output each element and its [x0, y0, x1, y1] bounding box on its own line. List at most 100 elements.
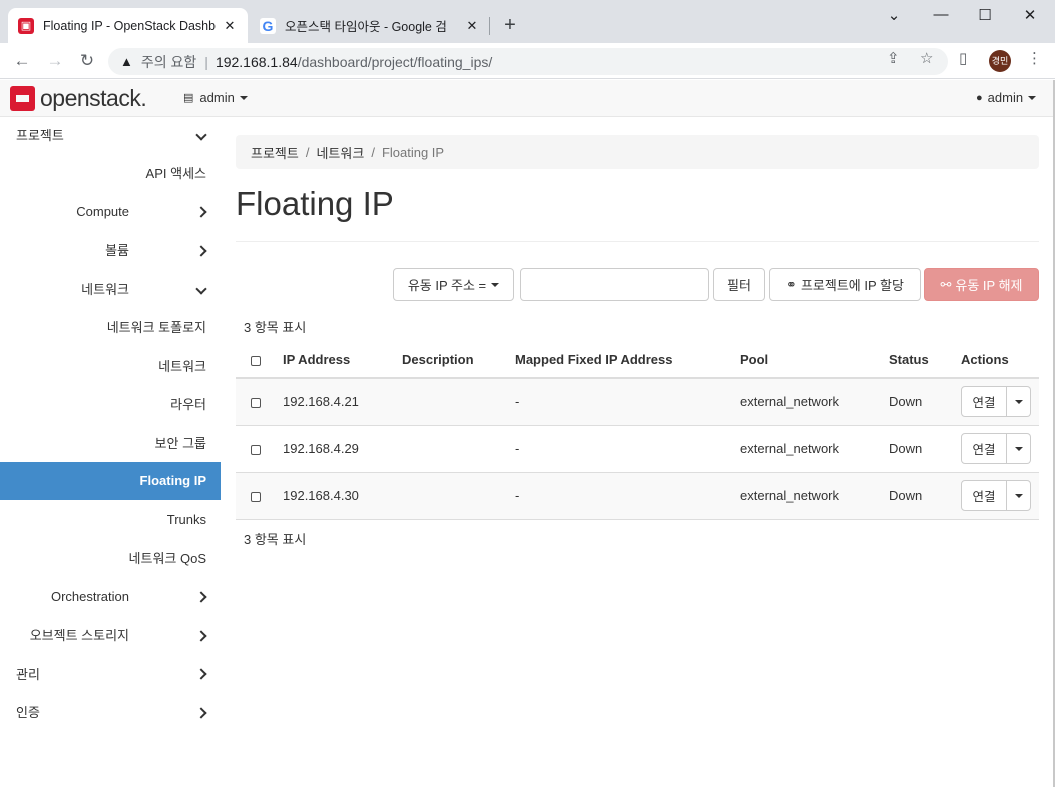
filter-field-label: 유동 IP 주소 =: [407, 278, 487, 293]
release-ip-button[interactable]: ⚯ 유동 IP 해제: [924, 268, 1039, 301]
associate-button[interactable]: 연결: [961, 386, 1007, 418]
actions-cell: 연결: [961, 377, 1039, 425]
allocate-ip-label: 프로젝트에 IP 할당: [800, 278, 904, 293]
browser-tab-google[interactable]: G 오픈스택 타임아웃 - Google 검 ✕: [250, 8, 490, 43]
new-tab-icon[interactable]: +: [498, 14, 522, 37]
project-label: admin: [199, 90, 235, 105]
associate-button[interactable]: 연결: [961, 480, 1007, 511]
description-cell: [402, 377, 515, 425]
url-host: 192.168.1.84: [215, 53, 298, 70]
sidebar-item[interactable]: Orchestration: [0, 577, 221, 615]
column-header[interactable]: Pool: [740, 342, 889, 379]
row-checkbox[interactable]: [251, 491, 261, 502]
browser-toolbar: ← → ↻ ▲ 주의 요함 | 192.168.1.84/dashboard/p…: [0, 43, 1055, 79]
row-actions-dropdown-toggle[interactable]: [1007, 433, 1031, 464]
caret-down-icon: [1014, 399, 1023, 404]
title-divider: [236, 241, 1039, 242]
column-header[interactable]: Mapped Fixed IP Address: [515, 342, 740, 379]
sidebar-item[interactable]: 프로젝트: [0, 115, 221, 153]
breadcrumb-item[interactable]: 프로젝트: [251, 143, 299, 162]
sidebar-item[interactable]: API 액세스: [0, 154, 221, 192]
sidebar-item[interactable]: 보안 그룹: [0, 423, 221, 461]
item-count-bottom: 3 항목 표시: [244, 532, 307, 547]
column-header[interactable]: IP Address: [283, 342, 402, 379]
sidebar-item[interactable]: 관리: [0, 654, 221, 692]
minimize-icon[interactable]: —: [926, 6, 956, 23]
breadcrumb: 프로젝트 / 네트워크 / Floating IP: [236, 135, 1039, 169]
forward-icon[interactable]: →: [43, 49, 67, 73]
mapped-ip-cell: -: [515, 424, 740, 472]
project-dropdown[interactable]: ▤ admin: [183, 90, 248, 105]
unlink-icon: ⚯: [940, 276, 952, 292]
table-row: 192.168.4.29 - external_network Down 연결: [236, 424, 1039, 472]
filter-button[interactable]: 필터: [713, 268, 765, 301]
sidebar-item[interactable]: Compute: [0, 192, 221, 230]
tab-title: Floating IP - OpenStack Dashbo: [43, 18, 216, 33]
close-tab-icon[interactable]: ✕: [222, 18, 238, 34]
chevron-right-icon: [195, 627, 207, 643]
breadcrumb-item[interactable]: 네트워크: [316, 143, 364, 162]
row-select-cell: [236, 471, 283, 520]
close-window-icon[interactable]: ✕: [1015, 6, 1045, 24]
close-tab-icon[interactable]: ✕: [464, 18, 480, 34]
sidebar-item-label: 네트워크 토폴로지: [106, 320, 206, 335]
status-cell: Down: [889, 471, 961, 520]
row-checkbox[interactable]: [251, 397, 261, 408]
user-label: admin: [987, 90, 1024, 105]
sidebar-item-label: Floating IP: [139, 473, 206, 488]
sidebar-item[interactable]: 네트워크: [0, 269, 221, 307]
pool-cell: external_network: [740, 424, 889, 472]
sidebar-item[interactable]: 인증: [0, 693, 221, 731]
associate-button[interactable]: 연결: [961, 433, 1007, 464]
column-header[interactable]: Status: [889, 342, 961, 379]
maximize-icon[interactable]: ☐: [970, 6, 1000, 24]
chevron-down-icon: [195, 126, 207, 142]
chevron-down-icon: [195, 280, 207, 296]
chevron-down-icon[interactable]: ⌄: [879, 6, 909, 24]
mapped-ip-cell: -: [515, 377, 740, 425]
column-header[interactable]: Description: [402, 342, 515, 379]
tab-title: 오픈스택 타임아웃 - Google 검: [285, 20, 447, 34]
row-actions-group: 연결: [961, 433, 1031, 464]
address-bar[interactable]: ▲ 주의 요함 | 192.168.1.84/dashboard/project…: [108, 48, 948, 75]
browser-tab-openstack[interactable]: ▣ Floating IP - OpenStack Dashbo ✕: [8, 8, 248, 43]
filter-input[interactable]: [520, 268, 709, 301]
chevron-right-icon: [195, 203, 207, 219]
row-checkbox[interactable]: [251, 444, 261, 455]
share-icon[interactable]: ⇪: [887, 49, 900, 67]
sidebar-item[interactable]: Floating IP: [0, 461, 221, 500]
back-icon[interactable]: ←: [10, 49, 34, 73]
table-row: 192.168.4.30 - external_network Down 연결: [236, 471, 1039, 520]
allocate-ip-button[interactable]: ⚭ 프로젝트에 IP 할당: [769, 268, 921, 301]
side-panel-icon[interactable]: ▯: [959, 49, 967, 67]
sidebar-item-label: 라우터: [170, 397, 206, 412]
row-actions-group: 연결: [961, 386, 1031, 418]
caret-down-icon: [1014, 446, 1023, 451]
openstack-logo[interactable]: openstack.: [10, 85, 147, 112]
sidebar-item[interactable]: 볼륨: [0, 231, 221, 269]
sidebar-item-label: 인증: [16, 705, 40, 720]
address-divider: |: [204, 53, 208, 70]
ip-address-cell: 192.168.4.21: [283, 377, 402, 425]
sidebar-item[interactable]: 네트워크 토폴로지: [0, 308, 221, 346]
bookmark-star-icon[interactable]: ☆: [920, 49, 933, 67]
select-all-checkbox[interactable]: [251, 355, 261, 366]
row-actions-dropdown-toggle[interactable]: [1007, 386, 1031, 418]
sidebar-item-label: 볼륨: [105, 243, 129, 258]
row-actions-dropdown-toggle[interactable]: [1007, 480, 1031, 511]
filter-field-select[interactable]: 유동 IP 주소 =: [393, 268, 514, 301]
description-cell: [402, 471, 515, 520]
sidebar-item[interactable]: 네트워크: [0, 346, 221, 384]
sidebar-item-label: Trunks: [166, 511, 206, 527]
sidebar-item[interactable]: 라우터: [0, 385, 221, 423]
reload-icon[interactable]: ↻: [75, 49, 99, 73]
sidebar-item[interactable]: Trunks: [0, 500, 221, 538]
user-dropdown[interactable]: ● admin: [976, 90, 1037, 105]
sidebar-item[interactable]: 오브젝트 스토리지: [0, 616, 221, 654]
sidebar-item[interactable]: 네트워크 QoS: [0, 539, 221, 577]
status-cell: Down: [889, 377, 961, 425]
profile-avatar[interactable]: 경민: [989, 50, 1011, 72]
sidebar-item-label: 네트워크: [158, 358, 206, 374]
table-header-row: IP Address Description Mapped Fixed IP A…: [236, 342, 1039, 379]
menu-dots-icon[interactable]: ⋮: [1027, 49, 1042, 67]
